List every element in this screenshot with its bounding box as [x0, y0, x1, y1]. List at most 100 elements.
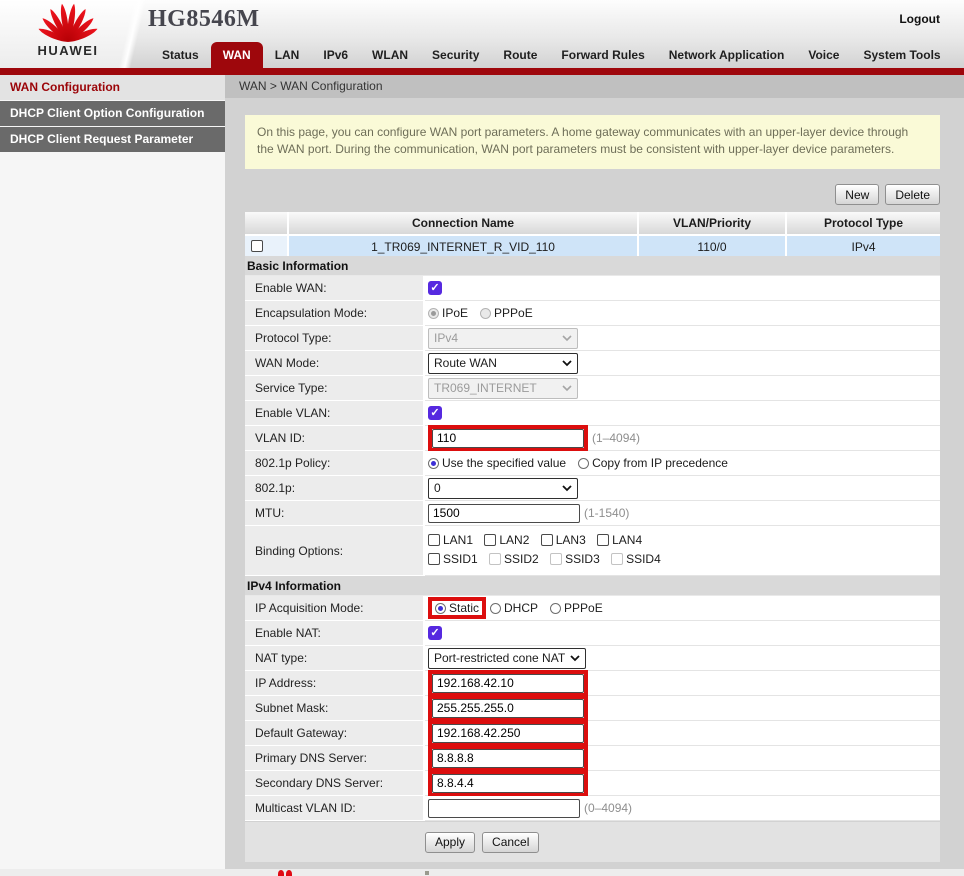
ssid4-checkbox — [611, 553, 623, 565]
lan1-option[interactable]: LAN1 — [428, 533, 473, 547]
row-enable-nat: Enable NAT: ✓ — [245, 621, 940, 646]
tab-route[interactable]: Route — [491, 42, 549, 68]
lan4-checkbox[interactable] — [597, 534, 609, 546]
chevron-down-icon — [562, 334, 572, 342]
ssid2-checkbox — [489, 553, 501, 565]
pppoe-mode-radio-label: PPPoE — [564, 601, 603, 615]
static-highlight: Static — [428, 597, 486, 619]
dhcp-radio[interactable] — [490, 603, 501, 614]
footer-huawei-logo-partial — [278, 870, 296, 876]
row-enable-wan: Enable WAN: ✓ — [245, 276, 940, 301]
sidebar-item-dhcp-client-option[interactable]: DHCP Client Option Configuration — [0, 101, 225, 126]
row-8021p-policy: 802.1p Policy: Use the specified value C… — [245, 451, 940, 476]
sidebar-item-dhcp-client-request[interactable]: DHCP Client Request Parameter — [0, 127, 225, 152]
subnet-mask-highlight — [428, 695, 588, 722]
tab-forward-rules[interactable]: Forward Rules — [549, 42, 656, 68]
ipoe-radio-option[interactable]: IPoE — [428, 306, 468, 320]
row-checkbox[interactable] — [251, 240, 263, 252]
tab-voice[interactable]: Voice — [796, 42, 851, 68]
nat-type-select[interactable]: Port-restricted cone NAT — [428, 648, 586, 669]
row-primary-dns: Primary DNS Server: — [245, 746, 940, 771]
field-label: NAT type: — [245, 646, 425, 671]
col-protocol-type: Protocol Type — [787, 212, 940, 234]
select-all-header-cell — [245, 212, 289, 234]
field-label: Subnet Mask: — [245, 696, 425, 721]
primary-dns-input[interactable] — [432, 749, 584, 768]
row-encapsulation-mode: Encapsulation Mode: IPoE PPPoE — [245, 301, 940, 326]
row-default-gateway: Default Gateway: — [245, 721, 940, 746]
dhcp-radio-option[interactable]: DHCP — [490, 601, 538, 615]
tab-lan[interactable]: LAN — [263, 42, 312, 68]
mtu-hint: (1-1540) — [584, 506, 629, 520]
col-vlan-priority: VLAN/Priority — [639, 212, 787, 234]
row-ip-acquisition-mode: IP Acquisition Mode: Static DHCP PPPoE — [245, 596, 940, 621]
pppoe-mode-radio[interactable] — [550, 603, 561, 614]
enable-wan-checkbox[interactable]: ✓ — [428, 281, 442, 295]
lan4-label: LAN4 — [612, 533, 642, 547]
field-label: Default Gateway: — [245, 721, 425, 746]
tab-wan[interactable]: WAN — [211, 42, 263, 68]
tab-security[interactable]: Security — [420, 42, 491, 68]
field-label: Enable WAN: — [245, 276, 425, 301]
enable-vlan-checkbox[interactable]: ✓ — [428, 406, 442, 420]
ssid1-checkbox[interactable] — [428, 553, 440, 565]
new-button[interactable]: New — [835, 184, 879, 205]
lan3-checkbox[interactable] — [541, 534, 553, 546]
table-row[interactable]: 1_TR069_INTERNET_R_VID_110 110/0 IPv4 — [245, 234, 940, 256]
ssid2-label: SSID2 — [504, 552, 539, 566]
lan2-checkbox[interactable] — [484, 534, 496, 546]
field-label: Enable NAT: — [245, 621, 425, 646]
vlan-id-input[interactable] — [432, 429, 584, 448]
tab-ipv6[interactable]: IPv6 — [311, 42, 360, 68]
static-radio[interactable] — [435, 603, 446, 614]
tab-wlan[interactable]: WLAN — [360, 42, 420, 68]
lan1-checkbox[interactable] — [428, 534, 440, 546]
delete-button[interactable]: Delete — [885, 184, 940, 205]
subnet-mask-input[interactable] — [432, 699, 584, 718]
row-mtu: MTU: (1-1540) — [245, 501, 940, 526]
specified-value-radio-option[interactable]: Use the specified value — [428, 456, 566, 470]
static-radio-option[interactable]: Static — [435, 601, 479, 615]
pppoe-radio-label: PPPoE — [494, 306, 533, 320]
cancel-button[interactable]: Cancel — [482, 832, 539, 853]
top-nav: Status WAN LAN IPv6 WLAN Security Route … — [150, 42, 953, 68]
ip-precedence-radio-option[interactable]: Copy from IP precedence — [578, 456, 728, 470]
form-actions: Apply Cancel — [245, 822, 940, 862]
wan-mode-select[interactable]: Route WAN — [428, 353, 578, 374]
ssid-checkbox-group: SSID1 SSID2 SSID3 SSID4 — [428, 552, 669, 568]
multicast-vlan-input[interactable] — [428, 799, 580, 818]
ssid1-option[interactable]: SSID1 — [428, 552, 478, 566]
ip-address-input[interactable] — [432, 674, 584, 693]
row-secondary-dns: Secondary DNS Server: — [245, 771, 940, 796]
enable-nat-checkbox[interactable]: ✓ — [428, 626, 442, 640]
row-subnet-mask: Subnet Mask: — [245, 696, 940, 721]
tab-system-tools[interactable]: System Tools — [851, 42, 952, 68]
lan3-option[interactable]: LAN3 — [541, 533, 586, 547]
lan3-label: LAN3 — [556, 533, 586, 547]
8021p-select[interactable]: 0 — [428, 478, 578, 499]
lan1-label: LAN1 — [443, 533, 473, 547]
specified-value-radio[interactable] — [428, 458, 439, 469]
field-label: Primary DNS Server: — [245, 746, 425, 771]
default-gateway-input[interactable] — [432, 724, 584, 743]
ip-precedence-radio[interactable] — [578, 458, 589, 469]
mtu-input[interactable] — [428, 504, 580, 523]
cell-vlan-priority: 110/0 — [639, 234, 787, 256]
pppoe-mode-radio-option[interactable]: PPPoE — [550, 601, 603, 615]
tab-status[interactable]: Status — [150, 42, 211, 68]
sidebar: WAN Configuration DHCP Client Option Con… — [0, 75, 225, 869]
lan2-option[interactable]: LAN2 — [484, 533, 529, 547]
field-label: 802.1p: — [245, 476, 425, 501]
ipoe-radio[interactable] — [428, 308, 439, 319]
pppoe-radio[interactable] — [480, 308, 491, 319]
pppoe-radio-option[interactable]: PPPoE — [480, 306, 533, 320]
nat-type-value: Port-restricted cone NAT — [434, 651, 565, 665]
apply-button[interactable]: Apply — [425, 832, 475, 853]
lan4-option[interactable]: LAN4 — [597, 533, 642, 547]
sidebar-item-wan-configuration[interactable]: WAN Configuration — [0, 75, 225, 100]
tab-network-application[interactable]: Network Application — [657, 42, 797, 68]
secondary-dns-input[interactable] — [432, 774, 584, 793]
huawei-logo: HUAWEI — [16, 2, 120, 58]
service-type-value: TR069_INTERNET — [434, 381, 537, 395]
logout-link[interactable]: Logout — [899, 12, 940, 26]
